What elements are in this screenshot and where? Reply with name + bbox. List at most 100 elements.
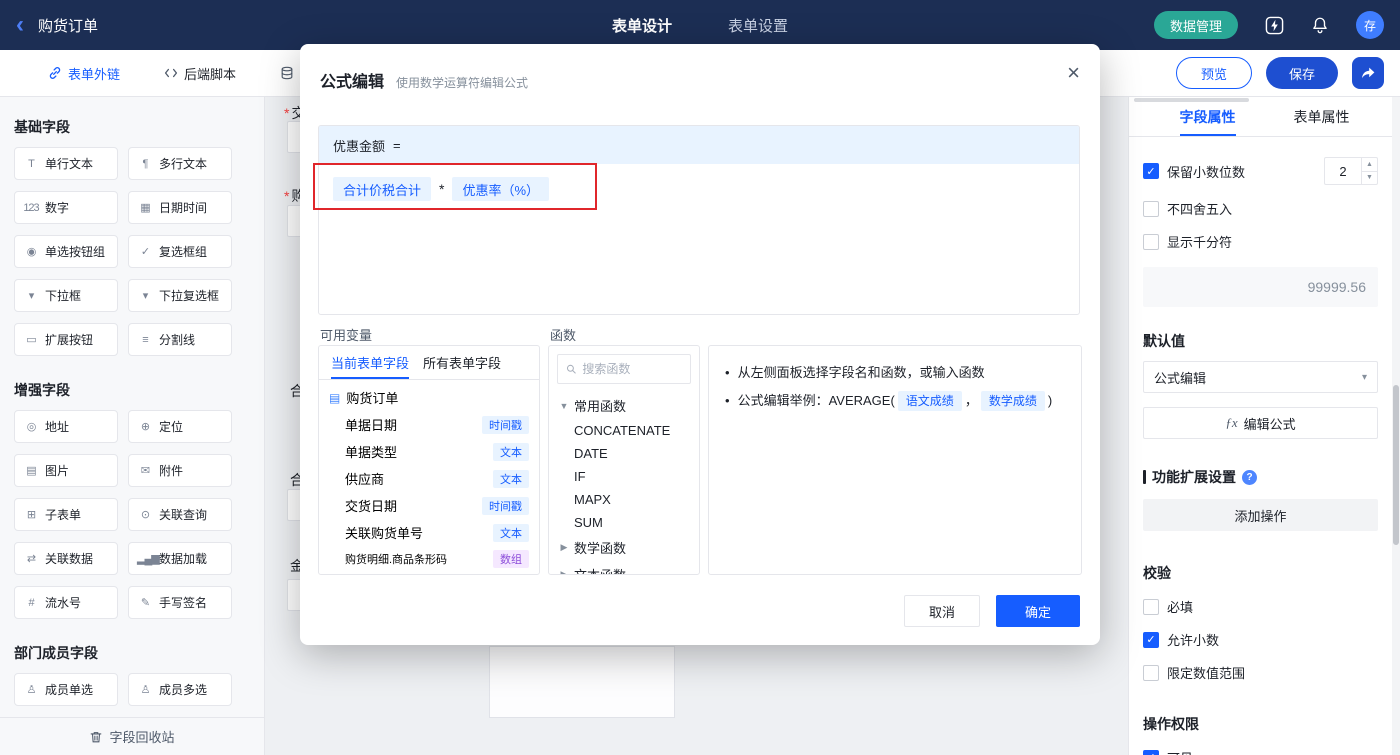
- value-range-checkbox[interactable]: [1143, 664, 1159, 681]
- field-button-subform[interactable]: ⊞ 子表单: [14, 498, 118, 531]
- bullet-icon: •: [725, 393, 730, 408]
- field-button-radio-group[interactable]: ◉ 单选按钮组: [14, 235, 118, 268]
- function-search-input[interactable]: [582, 362, 682, 376]
- chevron-right-icon: ▶: [560, 542, 568, 552]
- tab-form-settings[interactable]: 表单设置: [728, 15, 788, 36]
- variables-root-node[interactable]: ▤ 购货订单: [319, 380, 539, 411]
- validation-title: 校验: [1143, 565, 1171, 581]
- default-value-select[interactable]: 公式编辑 ▾: [1143, 361, 1378, 393]
- preview-button[interactable]: 预览: [1176, 57, 1252, 89]
- variable-row[interactable]: 单据类型 文本: [319, 438, 539, 465]
- confirm-button[interactable]: 确定: [996, 595, 1080, 627]
- variable-name: 供应商: [345, 472, 385, 487]
- field-button-linked-data[interactable]: ⇄ 关联数据: [14, 542, 118, 575]
- data-manage-button[interactable]: 数据管理: [1153, 11, 1238, 39]
- backend-script-item[interactable]: 后端脚本: [164, 64, 236, 83]
- cancel-button[interactable]: 取消: [904, 595, 980, 627]
- decimal-places-checkbox[interactable]: [1143, 163, 1159, 179]
- field-button-image[interactable]: ▤ 图片: [14, 454, 118, 487]
- equals-sign: =: [393, 137, 401, 153]
- tab-form-design[interactable]: 表单设计: [612, 15, 672, 36]
- field-button-extend-button[interactable]: ▭ 扩展按钮: [14, 323, 118, 356]
- decimal-places-value[interactable]: 2: [1325, 158, 1361, 184]
- form-external-link-item[interactable]: 表单外链: [48, 64, 120, 83]
- function-item[interactable]: DATE: [549, 442, 699, 465]
- required-checkbox[interactable]: [1143, 598, 1159, 615]
- function-search-box[interactable]: [557, 354, 691, 384]
- function-item[interactable]: CONCATENATE: [549, 419, 699, 442]
- no-rounding-checkbox[interactable]: [1143, 200, 1159, 217]
- tab-field-properties[interactable]: 字段属性: [1179, 97, 1236, 136]
- thousand-separator-checkbox[interactable]: [1143, 233, 1159, 250]
- formula-field-chip[interactable]: 合计价税合计: [333, 177, 432, 201]
- function-item[interactable]: SUM: [549, 511, 699, 534]
- field-button-serial-number[interactable]: # 流水号: [14, 586, 118, 619]
- thousand-separator-label: 显示千分符: [1167, 235, 1233, 250]
- back-chevron-icon[interactable]: ‹: [16, 13, 24, 37]
- field-button-number[interactable]: 123 数字: [14, 191, 118, 224]
- field-button-datetime[interactable]: ▦ 日期时间: [128, 191, 232, 224]
- tab-current-form-fields[interactable]: 当前表单字段: [331, 346, 410, 379]
- operation-permission-title: 操作权限: [1143, 716, 1199, 732]
- required-star: *: [284, 188, 290, 204]
- default-value-title: 默认值: [1143, 333, 1185, 349]
- tab-all-form-fields[interactable]: 所有表单字段: [423, 346, 501, 379]
- formula-operator: *: [439, 181, 445, 197]
- edit-formula-button[interactable]: ƒx 编辑公式: [1143, 407, 1378, 439]
- scrollbar-thumb[interactable]: [1393, 385, 1399, 545]
- function-group-text[interactable]: ▶ 文本函数: [549, 561, 699, 574]
- window-scrollbar[interactable]: [1392, 97, 1400, 755]
- canvas-subform-outline[interactable]: [489, 646, 675, 718]
- field-button-checkbox-group[interactable]: ✓ 复选框组: [128, 235, 232, 268]
- function-item[interactable]: IF: [549, 465, 699, 488]
- field-button-attachment[interactable]: ✉ 附件: [128, 454, 232, 487]
- value-range-row: 限定数值范围: [1143, 663, 1378, 682]
- variable-row[interactable]: 单据日期 时间戳: [319, 411, 539, 438]
- field-button-linked-query[interactable]: ⊙ 关联查询: [128, 498, 232, 531]
- field-button-select[interactable]: ▾ 下拉框: [14, 279, 118, 312]
- allow-decimal-checkbox[interactable]: [1143, 631, 1159, 648]
- function-group-common[interactable]: ▼ 常用函数: [549, 392, 699, 419]
- formula-input-area[interactable]: 合计价税合计 * 优惠率（%）: [319, 164, 1079, 214]
- variable-row[interactable]: 关联购货单号 文本: [319, 519, 539, 546]
- avatar[interactable]: 存: [1356, 11, 1384, 39]
- bell-icon[interactable]: [1310, 15, 1330, 35]
- field-button-data-load[interactable]: ▂▄▆ 数据加载: [128, 542, 232, 575]
- function-item[interactable]: MAPX: [549, 488, 699, 511]
- field-button-member-single[interactable]: ♙ 成员单选: [14, 673, 118, 706]
- variables-panel: 当前表单字段 所有表单字段 ▤ 购货订单 单据日期 时间戳 单据类型 文本 供应商文…: [318, 345, 540, 575]
- flash-icon[interactable]: [1264, 15, 1284, 35]
- tab-form-properties[interactable]: 表单属性: [1294, 97, 1350, 136]
- help-icon[interactable]: ?: [1242, 469, 1257, 485]
- field-button-multi-select[interactable]: ▾ 下拉复选框: [128, 279, 232, 312]
- decimal-places-stepper[interactable]: 2 ▲ ▼: [1324, 157, 1378, 185]
- stepper-up-icon[interactable]: ▲: [1362, 158, 1377, 172]
- multi-dropdown-icon: ▾: [142, 290, 149, 302]
- field-label: 多行文本: [159, 157, 208, 171]
- field-button-divider[interactable]: ≡ 分割线: [128, 323, 232, 356]
- function-group-math[interactable]: ▶ 数学函数: [549, 534, 699, 561]
- variable-row[interactable]: 交货日期 时间戳: [319, 492, 539, 519]
- save-button[interactable]: 保存: [1266, 57, 1338, 89]
- field-label: 流水号: [45, 596, 82, 610]
- variable-row[interactable]: 购货明细.商品条形码 数组: [319, 546, 539, 572]
- share-button[interactable]: [1352, 57, 1384, 89]
- formula-field-chip[interactable]: 优惠率（%）: [452, 177, 550, 201]
- stepper-down-icon[interactable]: ▼: [1362, 172, 1377, 185]
- properties-tabs: 字段属性 表单属性: [1129, 97, 1400, 137]
- variable-row[interactable]: 供应商 文本: [319, 465, 539, 492]
- field-button-address[interactable]: ◎ 地址: [14, 410, 118, 443]
- field-button-text[interactable]: T 单行文本: [14, 147, 118, 180]
- group-label: 常用函数: [574, 399, 627, 414]
- add-action-button[interactable]: 添加操作: [1143, 499, 1378, 531]
- toolbar-actions: 预览 保存: [1176, 57, 1384, 89]
- help-text: 从左侧面板选择字段名和函数，或输入函数: [737, 365, 985, 380]
- field-button-textarea[interactable]: ¶ 多行文本: [128, 147, 232, 180]
- type-badge: 时间戳: [482, 415, 529, 434]
- visible-checkbox[interactable]: [1143, 749, 1159, 755]
- close-icon[interactable]: ×: [1067, 62, 1080, 84]
- field-button-member-multi[interactable]: ♙ 成员多选: [128, 673, 232, 706]
- field-button-signature[interactable]: ✎ 手写签名: [128, 586, 232, 619]
- field-button-location[interactable]: ⊕ 定位: [128, 410, 232, 443]
- field-recycle-bin[interactable]: 字段回收站: [0, 717, 264, 755]
